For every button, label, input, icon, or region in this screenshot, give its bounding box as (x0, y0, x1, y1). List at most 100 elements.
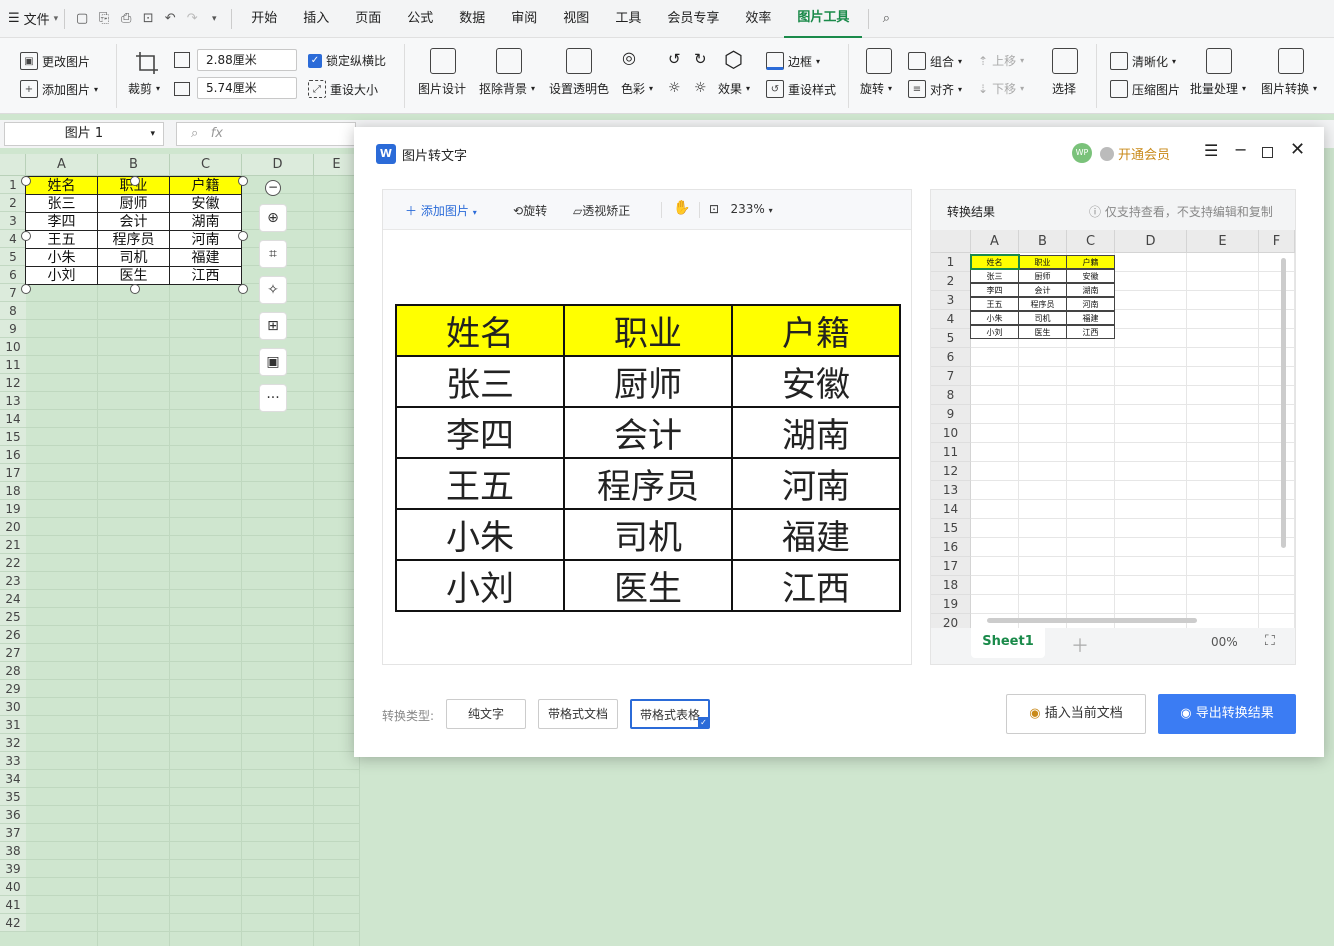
crop-tool-icon[interactable]: ⌗ (259, 240, 287, 268)
align-button[interactable]: ≡ 对齐 ▾ (908, 80, 962, 98)
row-header[interactable]: 26 (0, 626, 26, 644)
menu-tab[interactable]: 效率 (732, 0, 784, 38)
type-doc-button[interactable]: 带格式文档 (538, 699, 618, 729)
name-box[interactable]: 图片 1 ▾ (4, 122, 164, 146)
move-down-button[interactable]: ⇣ 下移 ▾ (978, 80, 1024, 97)
reset-size-button[interactable]: ⤢ 重设大小 (308, 80, 378, 98)
sheet-tab[interactable]: Sheet1 (971, 628, 1045, 658)
file-menu[interactable]: ☰ 文件 ▾ (0, 9, 58, 28)
row-header[interactable]: 28 (0, 662, 26, 680)
move-up-button[interactable]: ⇡ 上移 ▾ (978, 52, 1024, 69)
export-result-button[interactable]: ◉ 导出转换结果 (1158, 694, 1296, 734)
minimize-icon[interactable]: − (1234, 140, 1247, 159)
row-header[interactable]: 30 (0, 698, 26, 716)
horizontal-scrollbar[interactable] (987, 618, 1197, 623)
row-header[interactable]: 6 (0, 266, 26, 284)
image-tool-icon[interactable]: ▣ (259, 348, 287, 376)
rotate-left-icon[interactable]: ↺ (668, 50, 681, 68)
row-header[interactable]: 41 (0, 896, 26, 914)
rotate-image-button[interactable]: ⟲旋转 (513, 202, 547, 219)
menu-tab[interactable]: 审阅 (498, 0, 550, 38)
menu-icon[interactable]: ☰ (1204, 141, 1218, 160)
type-plain-button[interactable]: 纯文字 (446, 699, 526, 729)
row-header[interactable]: 37 (0, 824, 26, 842)
fullscreen-icon[interactable]: ⛶ (1265, 633, 1275, 649)
hand-icon[interactable]: ✋ (673, 200, 690, 216)
row-header[interactable]: 19 (0, 500, 26, 518)
row-header[interactable]: 31 (0, 716, 26, 734)
row-header[interactable]: 35 (0, 788, 26, 806)
select-button[interactable]: 选择 (1052, 80, 1076, 97)
convert-button[interactable]: 图片转换 ▾ (1261, 80, 1317, 97)
type-table-button[interactable]: 带格式表格 ✓ (630, 699, 710, 729)
search-icon[interactable]: ⌕ (875, 8, 897, 30)
resize-handle[interactable] (130, 284, 140, 294)
row-header[interactable]: 10 (0, 338, 26, 356)
add-sheet-icon[interactable]: ＋ (1071, 632, 1089, 658)
row-header[interactable]: 5 (0, 248, 26, 266)
menu-tab[interactable]: 会员专享 (654, 0, 732, 38)
column-header[interactable]: C (170, 154, 242, 176)
column-header[interactable]: B (98, 154, 170, 176)
column-header[interactable]: A (26, 154, 98, 176)
redo-icon[interactable]: ↷ (181, 8, 203, 30)
result-preview-sheet[interactable]: ABCDEF1234567891011121314151617181920212… (931, 230, 1295, 628)
brightness-down-icon[interactable]: ☼ (694, 80, 707, 96)
menu-tab[interactable]: 公式 (394, 0, 446, 38)
row-header[interactable]: 20 (0, 518, 26, 536)
batch-button[interactable]: 批量处理 ▾ (1190, 80, 1246, 97)
row-header[interactable]: 40 (0, 878, 26, 896)
row-header[interactable]: 24 (0, 590, 26, 608)
row-header[interactable]: 16 (0, 446, 26, 464)
avatar[interactable]: WP (1072, 143, 1092, 163)
menu-tab[interactable]: 开始 (238, 0, 290, 38)
vip-button[interactable]: 开通会员 (1100, 144, 1170, 163)
row-header[interactable]: 21 (0, 536, 26, 554)
set-transparent-button[interactable]: 设置透明色 (549, 80, 609, 97)
picture-design-button[interactable]: 图片设计 (418, 80, 466, 97)
menu-tab[interactable]: 视图 (550, 0, 602, 38)
row-header[interactable]: 13 (0, 392, 26, 410)
row-header[interactable]: 18 (0, 482, 26, 500)
print-preview-icon[interactable]: ⊡ (137, 8, 159, 30)
lock-ratio-checkbox[interactable]: ✓ 锁定纵横比 (308, 52, 386, 69)
perspective-button[interactable]: ▱透视矫正 (573, 202, 630, 219)
remove-background-button[interactable]: 抠除背景 ▾ (479, 80, 535, 97)
effects-button[interactable]: 效果 ▾ (718, 80, 750, 97)
vertical-scrollbar[interactable] (1281, 258, 1286, 548)
resize-handle[interactable] (238, 231, 248, 241)
undo-icon[interactable]: ↶ (159, 8, 181, 30)
menu-tab[interactable]: 图片工具 (784, 0, 863, 38)
row-header[interactable]: 39 (0, 860, 26, 878)
resize-handle[interactable] (238, 284, 248, 294)
reset-style-button[interactable]: ↺ 重设样式 (766, 80, 836, 98)
change-picture-button[interactable]: ▣ 更改图片 (20, 52, 90, 70)
crop-button[interactable]: 裁剪 ▾ (128, 80, 160, 97)
formula-input[interactable]: ⌕ fx (176, 122, 356, 146)
zoom-selector[interactable]: ⊡ 233% ▾ (709, 202, 773, 216)
column-header[interactable]: D (242, 154, 314, 176)
row-header[interactable]: 9 (0, 320, 26, 338)
row-header[interactable]: 29 (0, 680, 26, 698)
row-header[interactable]: 34 (0, 770, 26, 788)
group-button[interactable]: 组合 ▾ (908, 52, 962, 70)
ocr-tool-icon[interactable]: ⊞ (259, 312, 287, 340)
row-header[interactable]: 12 (0, 374, 26, 392)
sharpen-button[interactable]: 清晰化 ▾ (1110, 52, 1176, 70)
rotate-right-icon[interactable]: ↻ (694, 50, 707, 68)
row-header[interactable]: 36 (0, 806, 26, 824)
menu-tab[interactable]: 页面 (342, 0, 394, 38)
row-header[interactable]: 15 (0, 428, 26, 446)
row-header[interactable]: 25 (0, 608, 26, 626)
save-icon[interactable]: ▢ (71, 8, 93, 30)
close-icon[interactable]: ✕ (1290, 139, 1305, 160)
width-input[interactable]: 2.88厘米 (197, 49, 297, 71)
add-picture-button[interactable]: + 添加图片 ▾ (20, 80, 98, 98)
insert-document-button[interactable]: ◉ 插入当前文档 (1006, 694, 1146, 734)
maximize-icon[interactable] (1262, 147, 1273, 158)
print-icon[interactable]: ⎙ (115, 8, 137, 30)
row-header[interactable]: 42 (0, 914, 26, 932)
export-icon[interactable]: ⎘ (93, 8, 115, 30)
resize-handle[interactable] (21, 231, 31, 241)
row-header[interactable]: 3 (0, 212, 26, 230)
